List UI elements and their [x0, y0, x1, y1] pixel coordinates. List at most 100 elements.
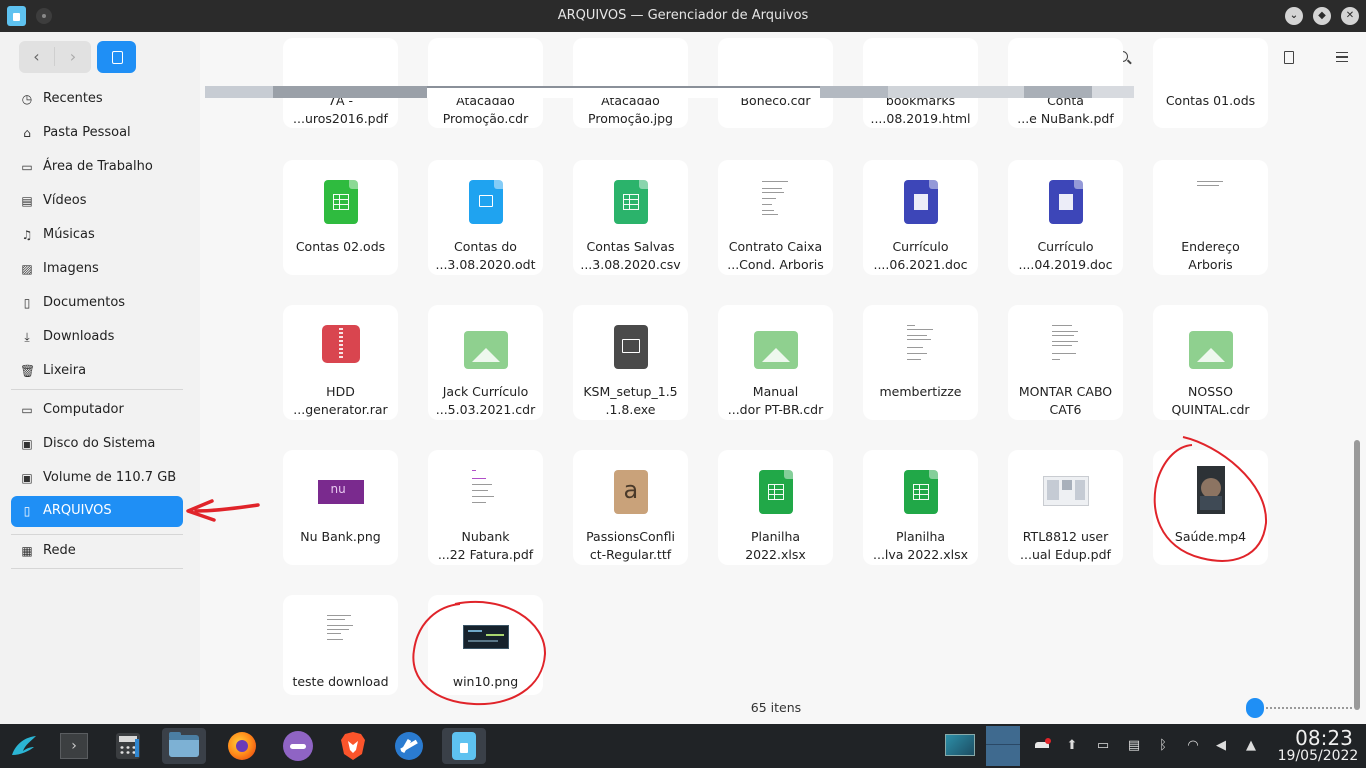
file-tile[interactable]: bookmarks ....08.2019.html: [863, 38, 978, 128]
file-tile[interactable]: nu Nu Bank.png: [283, 450, 398, 565]
file-tile[interactable]: Conta ...e NuBank.pdf: [1008, 38, 1123, 128]
disk-icon: ▣: [21, 471, 33, 485]
file-tile[interactable]: NOSSO QUINTAL.cdr: [1153, 305, 1268, 420]
sidebar-item-downloads[interactable]: ⤓ Downloads: [11, 322, 183, 353]
zoom-slider-track[interactable]: [1254, 707, 1352, 709]
sidebar-item-videos[interactable]: ▤ Vídeos: [11, 186, 183, 217]
arquivos-taskbar-icon[interactable]: [442, 728, 486, 764]
sidebar-item-imagens[interactable]: ▨ Imagens: [11, 254, 183, 285]
file-name: Contas do: [454, 239, 517, 254]
sidebar-item-musicas[interactable]: ♫ Músicas: [11, 220, 183, 251]
file-tile[interactable]: Planilha 2022.xlsx: [718, 450, 833, 565]
document-preview-thumbnail: [1192, 178, 1229, 226]
document-icon: ▯: [23, 296, 31, 310]
sidebar-item-documentos[interactable]: ▯ Documentos: [11, 288, 183, 319]
wifi-icon[interactable]: ◠: [1185, 738, 1201, 754]
file-name: Planilha: [895, 529, 946, 544]
file-tile[interactable]: Currículo ....04.2019.doc: [1008, 160, 1123, 275]
file-tile[interactable]: HDD ...generator.rar: [283, 305, 398, 420]
console-icon[interactable]: ▭: [1095, 738, 1111, 754]
file-tile[interactable]: Saúde.mp4: [1153, 450, 1268, 565]
file-name: Planilha: [750, 529, 801, 544]
file-tile[interactable]: Currículo ....06.2021.doc: [863, 160, 978, 275]
file-tile[interactable]: MONTAR CABO CAT6: [1008, 305, 1123, 420]
file-name-suffix: CAT6: [1049, 402, 1082, 417]
file-name-suffix: ct-Regular.ttf: [589, 547, 672, 562]
brave-browser-icon[interactable]: [331, 728, 375, 764]
file-name-suffix: ...generator.rar: [293, 402, 388, 417]
file-tile[interactable]: Planilha ...lva 2022.xlsx: [863, 450, 978, 565]
forward-button[interactable]: ›: [55, 47, 91, 66]
file-name: KSM_setup_1.5: [583, 384, 678, 399]
mastodon-like-app-icon[interactable]: [276, 728, 320, 764]
sidebar-item-rede[interactable]: ▦ Rede: [11, 536, 183, 567]
virtual-desktop-1[interactable]: [945, 734, 975, 756]
back-button[interactable]: ‹: [19, 47, 55, 66]
music-icon: ♫: [21, 228, 33, 242]
screenshot-thumbnail: [462, 625, 509, 649]
file-tile[interactable]: Contas 01.ods: [1153, 38, 1268, 128]
sidebar: ‹ › ◷ Recentes ⌂ Pasta Pessoal ▭ Área de…: [0, 32, 200, 724]
file-tile[interactable]: Manual ...dor PT-BR.cdr: [718, 305, 833, 420]
close-button[interactable]: ✕: [1341, 7, 1359, 25]
loading-strip: [888, 86, 1024, 98]
file-tile[interactable]: Atacadão Promoção.cdr: [428, 38, 543, 128]
start-menu-button[interactable]: [2, 728, 46, 764]
updates-icon[interactable]: ⬆: [1064, 738, 1080, 754]
sidebar-item-volume[interactable]: ▣ Volume de 110.7 GB: [11, 463, 183, 494]
tray-expand-icon[interactable]: ▲: [1243, 738, 1259, 754]
device-view-button[interactable]: [97, 41, 136, 73]
hamburger-menu-icon[interactable]: [1336, 52, 1348, 62]
sidebar-item-arquivos[interactable]: ▯ ARQUIVOS: [11, 496, 183, 527]
file-tile[interactable]: Contas 02.ods: [283, 160, 398, 275]
file-tile[interactable]: Nubank ...22 Fatura.pdf: [428, 450, 543, 565]
file-tile[interactable]: teste download: [283, 595, 398, 695]
maximize-button[interactable]: ◆: [1313, 7, 1331, 25]
sidebar-item-computador[interactable]: ▭ Computador: [11, 395, 183, 426]
bluetooth-icon[interactable]: ᛒ: [1155, 738, 1171, 754]
film-icon: ▤: [21, 194, 33, 208]
file-tile[interactable]: win10.png: [428, 595, 543, 695]
file-tile[interactable]: RTL8812 user ...ual Edup.pdf: [1008, 450, 1123, 565]
clock-time[interactable]: 08:23: [1282, 726, 1366, 750]
file-tile[interactable]: a PassionsConfli ct-Regular.ttf: [573, 450, 688, 565]
clock-date[interactable]: 19/05/2022: [1270, 748, 1366, 764]
minimize-button[interactable]: ⌄: [1285, 7, 1303, 25]
calculator-app-icon[interactable]: [106, 728, 150, 764]
file-name: HDD: [326, 384, 355, 399]
clipboard-icon[interactable]: ▤: [1126, 738, 1142, 754]
transfer-app-icon[interactable]: [387, 728, 431, 764]
file-tile[interactable]: Boneco.cdr: [718, 38, 833, 128]
network-indicator-icon[interactable]: [1035, 738, 1051, 754]
terminal-app-icon[interactable]: ›: [52, 728, 96, 764]
loading-strip: [273, 86, 427, 98]
file-tile[interactable]: membertizze: [863, 305, 978, 420]
file-manager-taskbar-icon[interactable]: [162, 728, 206, 764]
file-tile[interactable]: KSM_setup_1.5 .1.8.exe: [573, 305, 688, 420]
firefox-app-icon[interactable]: [220, 728, 264, 764]
file-name: Nubank: [461, 529, 510, 544]
zoom-slider-handle[interactable]: [1246, 698, 1264, 718]
file-tile[interactable]: Contas do ...3.08.2020.odt: [428, 160, 543, 275]
file-tile[interactable]: Contas Salvas ...3.08.2020.csv: [573, 160, 688, 275]
file-tile[interactable]: Atacadão Promoção.jpg: [573, 38, 688, 128]
pdf-preview-thumbnail: [467, 468, 504, 516]
scrollbar[interactable]: [1354, 440, 1360, 710]
sidebar-item-recentes[interactable]: ◷ Recentes: [11, 84, 183, 115]
file-tile[interactable]: Jack Currículo ...5.03.2021.cdr: [428, 305, 543, 420]
file-tile[interactable]: Contrato Caixa ...Cond. Arboris: [718, 160, 833, 275]
file-name-suffix: ....08.2019.html: [870, 111, 971, 126]
file-name: Jack Currículo: [442, 384, 529, 399]
file-tile[interactable]: Endereço Arboris: [1153, 160, 1268, 275]
sort-icon[interactable]: [1284, 51, 1294, 64]
word-document-icon: [903, 180, 938, 224]
virtual-desktop-2[interactable]: [986, 726, 1020, 766]
sidebar-item-area-de-trabalho[interactable]: ▭ Área de Trabalho: [11, 152, 183, 183]
file-name: PassionsConfli: [586, 529, 675, 544]
sidebar-item-lixeira[interactable]: 🗑 Lixeira: [11, 356, 183, 387]
sidebar-item-disco-do-sistema[interactable]: ▣ Disco do Sistema: [11, 429, 183, 460]
sidebar-item-pasta-pessoal[interactable]: ⌂ Pasta Pessoal: [11, 118, 183, 149]
volume-icon[interactable]: ◀: [1213, 738, 1229, 754]
file-tile[interactable]: 7A - ...uros2016.pdf: [283, 38, 398, 128]
download-icon: ⤓: [24, 330, 30, 344]
